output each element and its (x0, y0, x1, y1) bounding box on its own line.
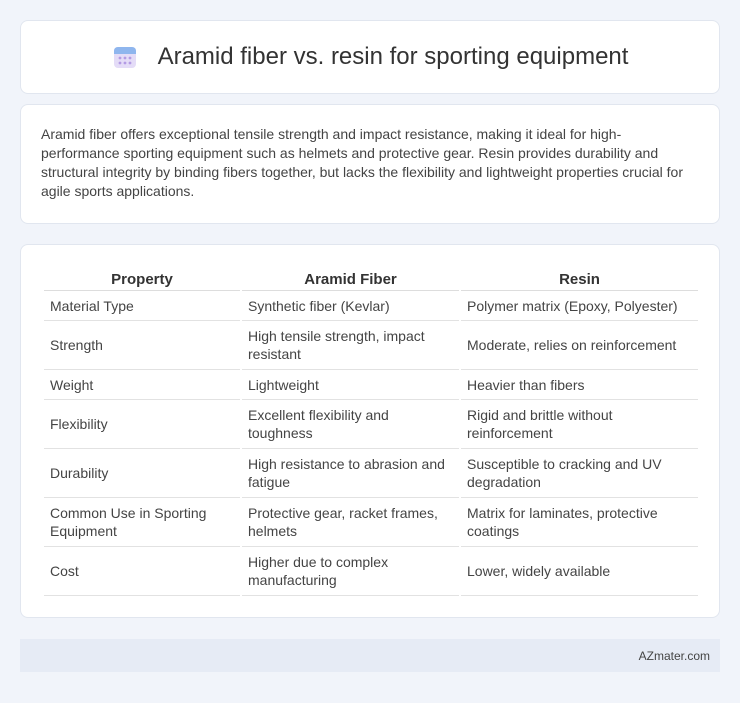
summary-card: Aramid fiber offers exceptional tensile … (20, 104, 720, 224)
comparison-table: Property Aramid Fiber Resin Material Typ… (42, 265, 700, 596)
cell-resin: Rigid and brittle without reinforcement (461, 400, 698, 449)
column-header-property: Property (44, 265, 240, 291)
table-row: Durability High resistance to abrasion a… (44, 449, 698, 498)
cell-property: Material Type (44, 291, 240, 321)
cell-aramid-fiber: Excellent flexibility and toughness (242, 400, 459, 449)
cell-property: Cost (44, 547, 240, 596)
table-row: Weight Lightweight Heavier than fibers (44, 370, 698, 400)
cell-resin: Moderate, relies on reinforcement (461, 321, 698, 370)
cell-property: Weight (44, 370, 240, 400)
summary-text: Aramid fiber offers exceptional tensile … (41, 126, 683, 199)
table-row: Flexibility Excellent flexibility and to… (44, 400, 698, 449)
cell-resin: Polymer matrix (Epoxy, Polyester) (461, 291, 698, 321)
calendar-icon (113, 47, 136, 68)
cell-aramid-fiber: Protective gear, racket frames, helmets (242, 498, 459, 547)
cell-aramid-fiber: Lightweight (242, 370, 459, 400)
cell-aramid-fiber: High resistance to abrasion and fatigue (242, 449, 459, 498)
cell-resin: Heavier than fibers (461, 370, 698, 400)
table-row: Material Type Synthetic fiber (Kevlar) P… (44, 291, 698, 321)
header-inner: Aramid fiber vs. resin for sporting equi… (112, 43, 629, 71)
table-row: Strength High tensile strength, impact r… (44, 321, 698, 370)
footer-brand[interactable]: AZmater.com (639, 649, 710, 663)
cell-resin: Matrix for laminates, protective coating… (461, 498, 698, 547)
cell-resin: Susceptible to cracking and UV degradati… (461, 449, 698, 498)
column-header-aramid-fiber: Aramid Fiber (242, 265, 459, 291)
footer-bar: AZmater.com (20, 639, 720, 672)
cell-property: Strength (44, 321, 240, 370)
table-row: Common Use in Sporting Equipment Protect… (44, 498, 698, 547)
cell-aramid-fiber: High tensile strength, impact resistant (242, 321, 459, 370)
cell-property: Flexibility (44, 400, 240, 449)
page-title: Aramid fiber vs. resin for sporting equi… (157, 43, 629, 70)
header-card: Aramid fiber vs. resin for sporting equi… (20, 20, 720, 94)
table-row: Cost Higher due to complex manufacturing… (44, 547, 698, 596)
table-header-row: Property Aramid Fiber Resin (44, 265, 698, 291)
cell-aramid-fiber: Higher due to complex manufacturing (242, 547, 459, 596)
cell-resin: Lower, widely available (461, 547, 698, 596)
cell-property: Durability (44, 449, 240, 498)
cell-property: Common Use in Sporting Equipment (44, 498, 240, 547)
comparison-table-card: Property Aramid Fiber Resin Material Typ… (20, 244, 720, 618)
cell-aramid-fiber: Synthetic fiber (Kevlar) (242, 291, 459, 321)
column-header-resin: Resin (461, 265, 698, 291)
